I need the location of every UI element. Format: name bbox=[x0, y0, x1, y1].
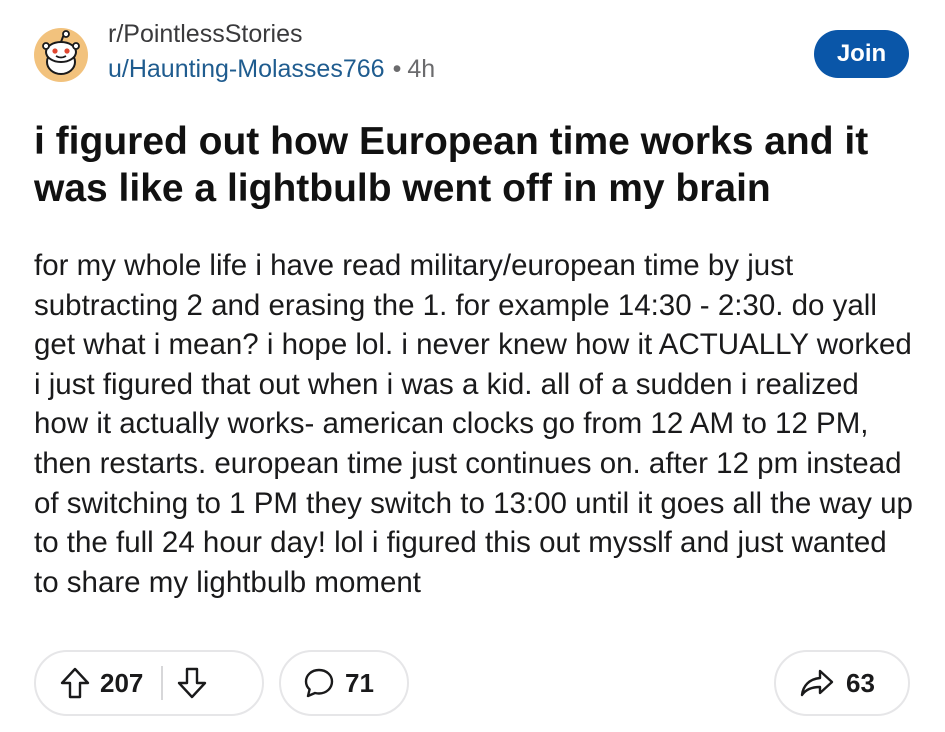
upvote-arrow-icon[interactable] bbox=[60, 667, 90, 699]
share-arrow-icon bbox=[800, 668, 834, 698]
vote-divider bbox=[161, 666, 164, 700]
join-button[interactable]: Join bbox=[814, 30, 909, 78]
post-age: 4h bbox=[407, 55, 436, 83]
subreddit-avatar-icon[interactable] bbox=[34, 28, 88, 82]
post-body: for my whole life i have read military/e… bbox=[34, 249, 913, 599]
comment-count: 71 bbox=[345, 667, 374, 698]
upvote-count: 207 bbox=[100, 667, 144, 698]
author-line: u/Haunting-Molasses766 • 4h bbox=[108, 52, 435, 86]
post-header: r/PointlessStories u/Haunting-Molasses76… bbox=[34, 18, 914, 90]
subreddit-name[interactable]: r/PointlessStories bbox=[108, 18, 435, 50]
comment-bubble-icon bbox=[303, 667, 335, 699]
share-count: 63 bbox=[846, 667, 875, 698]
post-actions: 207 71 63 bbox=[34, 650, 910, 718]
comments-button[interactable]: 71 bbox=[279, 650, 409, 716]
share-button[interactable]: 63 bbox=[774, 650, 910, 716]
downvote-arrow-icon[interactable] bbox=[177, 667, 207, 699]
meta-separator: • bbox=[392, 55, 402, 83]
post-title: i figured out how European time works an… bbox=[34, 120, 869, 210]
author-username[interactable]: u/Haunting-Molasses766 bbox=[108, 55, 385, 83]
vote-control: 207 bbox=[34, 650, 264, 716]
post-meta: r/PointlessStories u/Haunting-Molasses76… bbox=[108, 18, 435, 86]
